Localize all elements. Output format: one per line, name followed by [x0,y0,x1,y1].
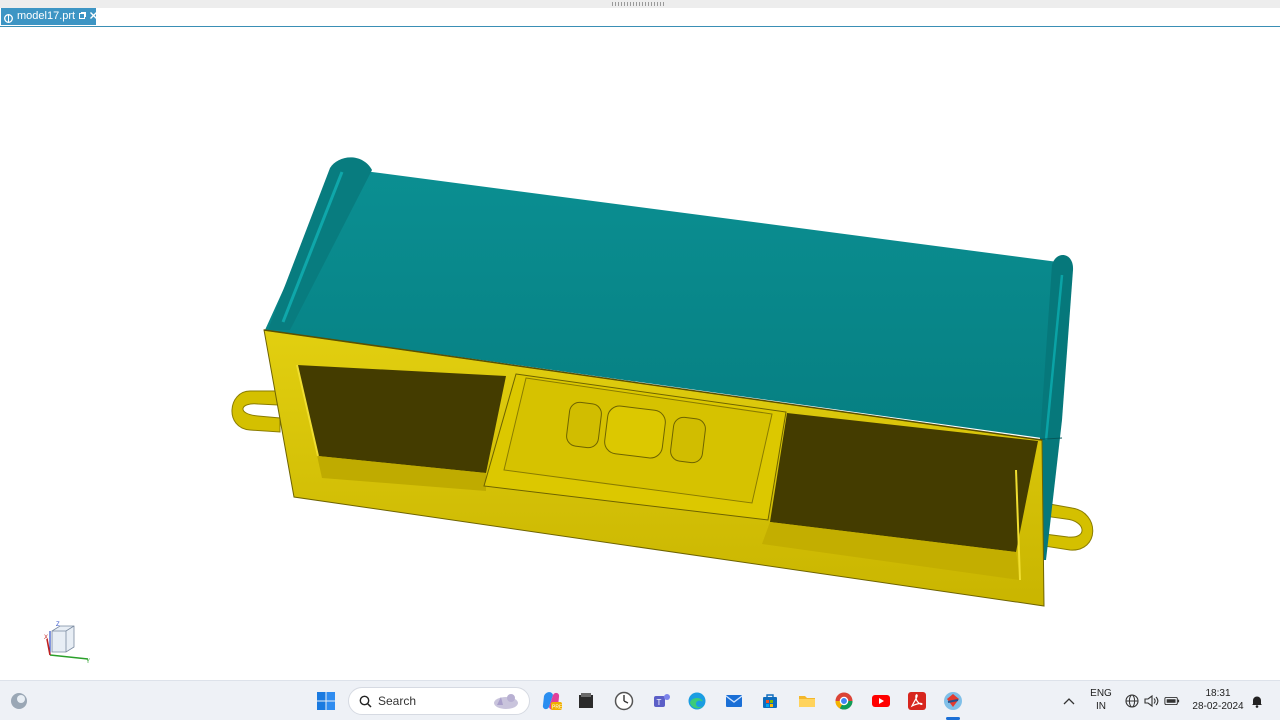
mail-icon[interactable] [722,689,746,713]
search-icon [359,695,372,708]
battery-icon[interactable] [1164,693,1180,709]
drag-grip-handle[interactable] [612,2,666,6]
left-handle [231,390,281,433]
taskbar-clock[interactable]: 18:31 28-02-2024 [1188,687,1248,713]
folder-icon[interactable] [795,689,819,713]
window-top-strip [0,0,1280,8]
triad-y-label: Y [86,659,90,665]
graphics-viewport[interactable]: Z X Y [0,27,1280,680]
file-explorer-icon[interactable] [574,689,598,713]
start-icon[interactable] [314,689,338,713]
document-tab-bar: model17.prt [0,8,1280,27]
document-tab-model17[interactable]: model17.prt [1,8,98,25]
view-orientation-triad[interactable]: Z X Y [40,617,96,667]
copilot-icon[interactable]: PRE [539,689,563,713]
svg-text:PRE: PRE [552,705,562,711]
teams-icon[interactable]: T [650,689,674,713]
creo-icon[interactable] [941,689,965,713]
lang-line2: IN [1096,701,1106,712]
clock-time: 18:31 [1205,688,1231,699]
search-placeholder: Search [378,694,417,708]
close-tab-icon[interactable] [90,8,98,25]
notification-bell-icon[interactable] [1249,693,1265,709]
network-globe-icon[interactable] [1124,693,1140,709]
widgets-icon[interactable] [7,689,31,713]
triad-x-label: X [44,635,48,641]
svg-text:T: T [657,698,662,707]
triad-z-label: Z [56,622,60,628]
search-highlight-icon [491,691,521,711]
part-file-icon [4,12,13,23]
taskbar-search-box[interactable]: Search [348,687,530,715]
show-hidden-icons-chevron[interactable] [1061,693,1077,709]
windows-taskbar: Search PRE T ENG IN 18:31 28-02-2024 [0,680,1280,720]
lang-line1: ENG [1090,688,1112,699]
store-icon[interactable] [758,689,782,713]
edge-icon[interactable] [685,689,709,713]
chrome-icon[interactable] [832,689,856,713]
clock-app-icon[interactable] [612,689,636,713]
clock-date: 28-02-2024 [1192,701,1244,712]
youtube-icon[interactable] [869,689,893,713]
cad-model-box[interactable] [0,27,1280,680]
volume-icon[interactable] [1144,693,1160,709]
input-language-indicator[interactable]: ENG IN [1088,687,1114,713]
document-tab-label: model17.prt [17,10,76,22]
acrobat-icon[interactable] [905,689,929,713]
restore-tab-icon[interactable] [79,8,87,25]
